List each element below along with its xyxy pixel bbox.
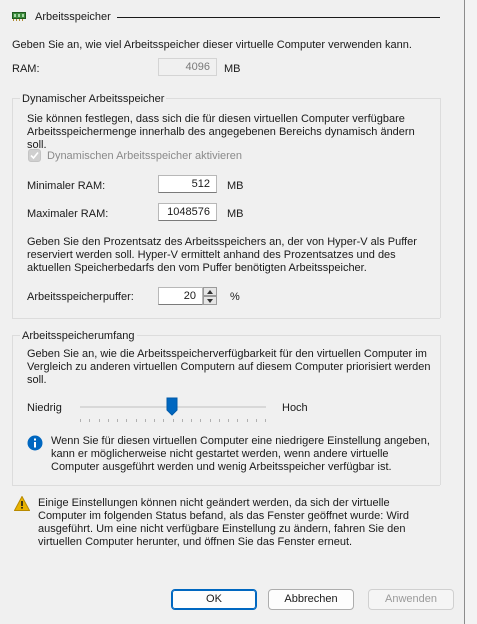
slider-tick [154, 419, 155, 422]
slider-tick [163, 419, 164, 422]
section-description: Geben Sie an, wie viel Arbeitsspeicher d… [12, 39, 412, 51]
ram-unit: MB [224, 63, 241, 75]
weight-group-right [440, 335, 441, 485]
slider-tick [108, 419, 109, 422]
weight-group-bottom [12, 485, 440, 486]
settings-pane: Arbeitsspeicher Geben Sie an, wie viel A… [0, 0, 464, 575]
slider-tick [145, 419, 146, 422]
slider-tick [210, 419, 211, 422]
slider-tick [117, 419, 118, 422]
max-ram-unit: MB [227, 208, 244, 220]
min-ram-unit: MB [227, 180, 244, 192]
buffer-label: Arbeitsspeicherpuffer: [27, 291, 134, 303]
section-divider [117, 17, 440, 18]
buffer-input[interactable]: 20 [158, 287, 203, 305]
min-ram-input[interactable]: 512 [158, 175, 217, 193]
slider-tick [200, 419, 201, 422]
slider-tick [237, 419, 238, 422]
slider-tick [191, 419, 192, 422]
dynamic-memory-checkbox[interactable] [28, 149, 41, 162]
slider-tick [173, 419, 174, 422]
cancel-button[interactable]: Abbrechen [268, 589, 354, 610]
slider-tick [80, 419, 81, 422]
dynamic-group-left [12, 98, 13, 318]
dynamic-group-bottom [12, 318, 440, 319]
memory-weight-slider-thumb[interactable] [166, 397, 178, 416]
slider-tick [247, 419, 248, 422]
buffer-spinner[interactable] [203, 287, 217, 305]
slider-low-label: Niedrig [27, 402, 62, 414]
ok-button[interactable]: OK [171, 589, 257, 610]
apply-button[interactable]: Anwenden [368, 589, 454, 610]
weight-group-title: Arbeitsspeicherumfang [20, 330, 137, 342]
max-ram-label: Maximaler RAM: [27, 208, 109, 220]
scrollbar[interactable] [465, 0, 477, 624]
slider-tick [219, 419, 220, 422]
caret-down-icon [207, 299, 213, 303]
info-text: Wenn Sie für diesen virtuellen Computer … [51, 435, 430, 473]
warning-icon [14, 496, 30, 511]
slider-tick [256, 419, 257, 422]
dynamic-description: Sie können festlegen, dass sich die für … [27, 113, 415, 151]
dynamic-memory-checkbox-label: Dynamischen Arbeitsspeicher aktivieren [47, 150, 243, 162]
spin-down-button[interactable] [203, 296, 217, 305]
info-icon [27, 435, 43, 451]
memory-chip-icon [12, 12, 26, 21]
slider-tick [228, 419, 229, 422]
ram-label: RAM: [12, 63, 40, 75]
dynamic-group-right [440, 98, 441, 318]
buffer-description: Geben Sie den Prozentsatz des Arbeitsspe… [27, 236, 417, 274]
slider-tick [136, 419, 137, 422]
caret-up-icon [207, 290, 213, 294]
slider-tick [89, 419, 90, 422]
warning-text: Einige Einstellungen können nicht geände… [38, 497, 409, 548]
dynamic-group-title: Dynamischer Arbeitsspeicher [20, 93, 167, 105]
slider-high-label: Hoch [282, 402, 308, 414]
section-title: Arbeitsspeicher [35, 11, 111, 23]
weight-description: Geben Sie an, wie die Arbeitsspeicherver… [27, 348, 431, 386]
buffer-unit: % [230, 291, 240, 303]
max-ram-input[interactable]: 1048576 [158, 203, 217, 221]
min-ram-label: Minimaler RAM: [27, 180, 106, 192]
slider-tick [99, 419, 100, 422]
slider-tick [182, 419, 183, 422]
slider-tick [126, 419, 127, 422]
spin-up-button[interactable] [203, 287, 217, 296]
ram-input[interactable]: 4096 [158, 58, 217, 76]
slider-tick [265, 419, 266, 422]
checkmark-icon [30, 151, 39, 160]
weight-group-left [12, 335, 13, 485]
